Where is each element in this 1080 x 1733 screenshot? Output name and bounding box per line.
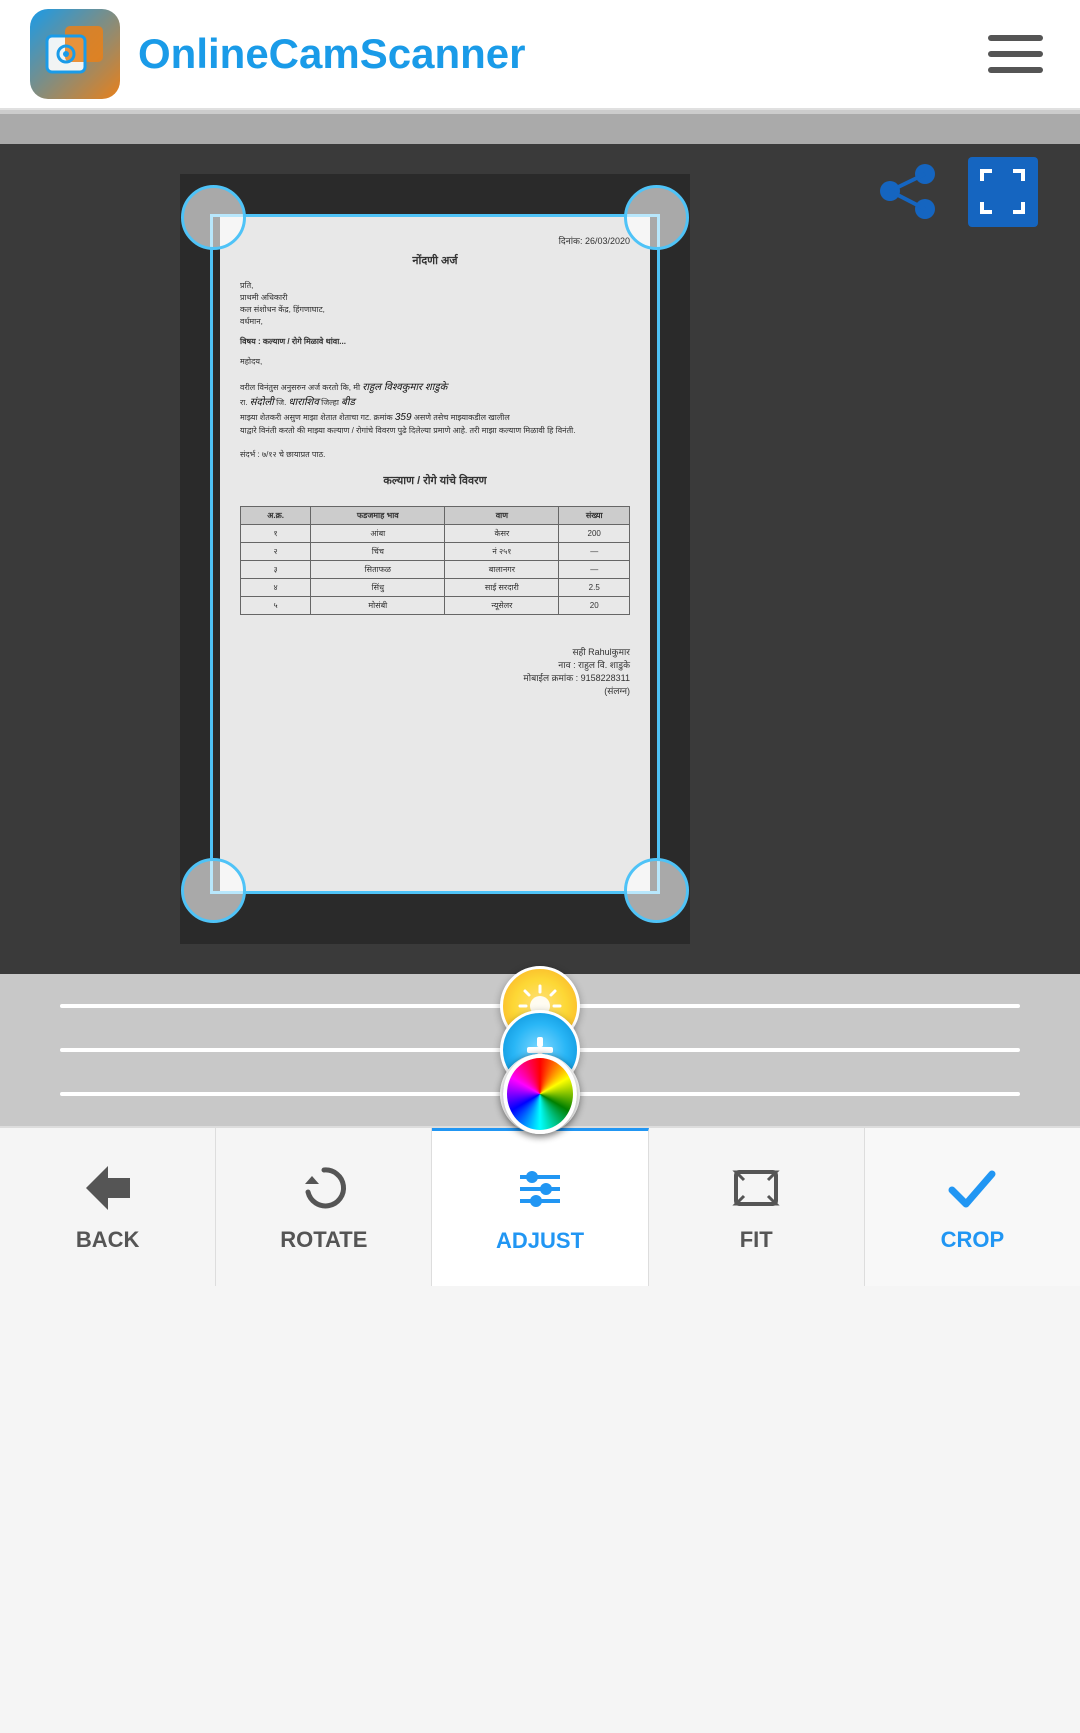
brightness-track[interactable] [60,1004,1020,1008]
crop-label: CROP [941,1227,1005,1253]
logo-text: OnlineCamScanner [138,30,525,78]
fit-icon [730,1162,782,1219]
toolbar-crop[interactable]: CROP [865,1128,1080,1286]
rotate-label: ROTATE [280,1227,367,1253]
crop-handle-top-right[interactable] [624,185,689,250]
rotate-icon [298,1162,350,1219]
crop-check-icon [946,1162,998,1219]
color-thumb[interactable] [500,1054,580,1134]
back-label: BACK [76,1227,140,1253]
hamburger-line-2 [988,51,1043,57]
top-icons [870,154,1040,229]
crop-overlay [210,214,660,894]
color-track[interactable] [60,1092,1020,1096]
hamburger-button[interactable] [980,19,1050,89]
toolbar-fit[interactable]: FIT [649,1128,865,1286]
fit-label: FIT [740,1227,773,1253]
fullscreen-icon [968,157,1038,227]
crop-handle-bottom-right[interactable] [624,858,689,923]
hamburger-line-1 [988,35,1043,41]
crop-handle-bottom-left[interactable] [181,858,246,923]
hamburger-line-3 [988,67,1043,73]
adjust-icon [514,1163,566,1220]
adjust-label: ADJUST [496,1228,584,1254]
share-button[interactable] [870,154,945,229]
crop-handle-top-left[interactable] [181,185,246,250]
fullscreen-button[interactable] [965,154,1040,229]
document-image: दिनांक: 26/03/2020 नोंदणी अर्ज प्रति, प्… [180,174,690,944]
logo-icon [30,9,120,99]
logo-area: OnlineCamScanner [30,9,525,99]
exposure-track[interactable] [60,1048,1020,1052]
brightness-slider-row [60,1004,1020,1008]
toolbar-rotate[interactable]: ROTATE [216,1128,432,1286]
document-area: दिनांक: 26/03/2020 नोंदणी अर्ज प्रति, प्… [0,144,1080,974]
toolbar-back[interactable]: BACK [0,1128,216,1286]
color-slider-row [60,1092,1020,1096]
main-area: दिनांक: 26/03/2020 नोंदणी अर्ज प्रति, प्… [0,114,1080,1126]
toolbar-adjust[interactable]: ADJUST [432,1128,648,1286]
exposure-slider-row [60,1048,1020,1052]
back-arrow-icon [82,1162,134,1219]
app-header: OnlineCamScanner [0,0,1080,110]
sliders-area [0,974,1080,1126]
bottom-toolbar: BACK ROTATE ADJUST [0,1126,1080,1286]
